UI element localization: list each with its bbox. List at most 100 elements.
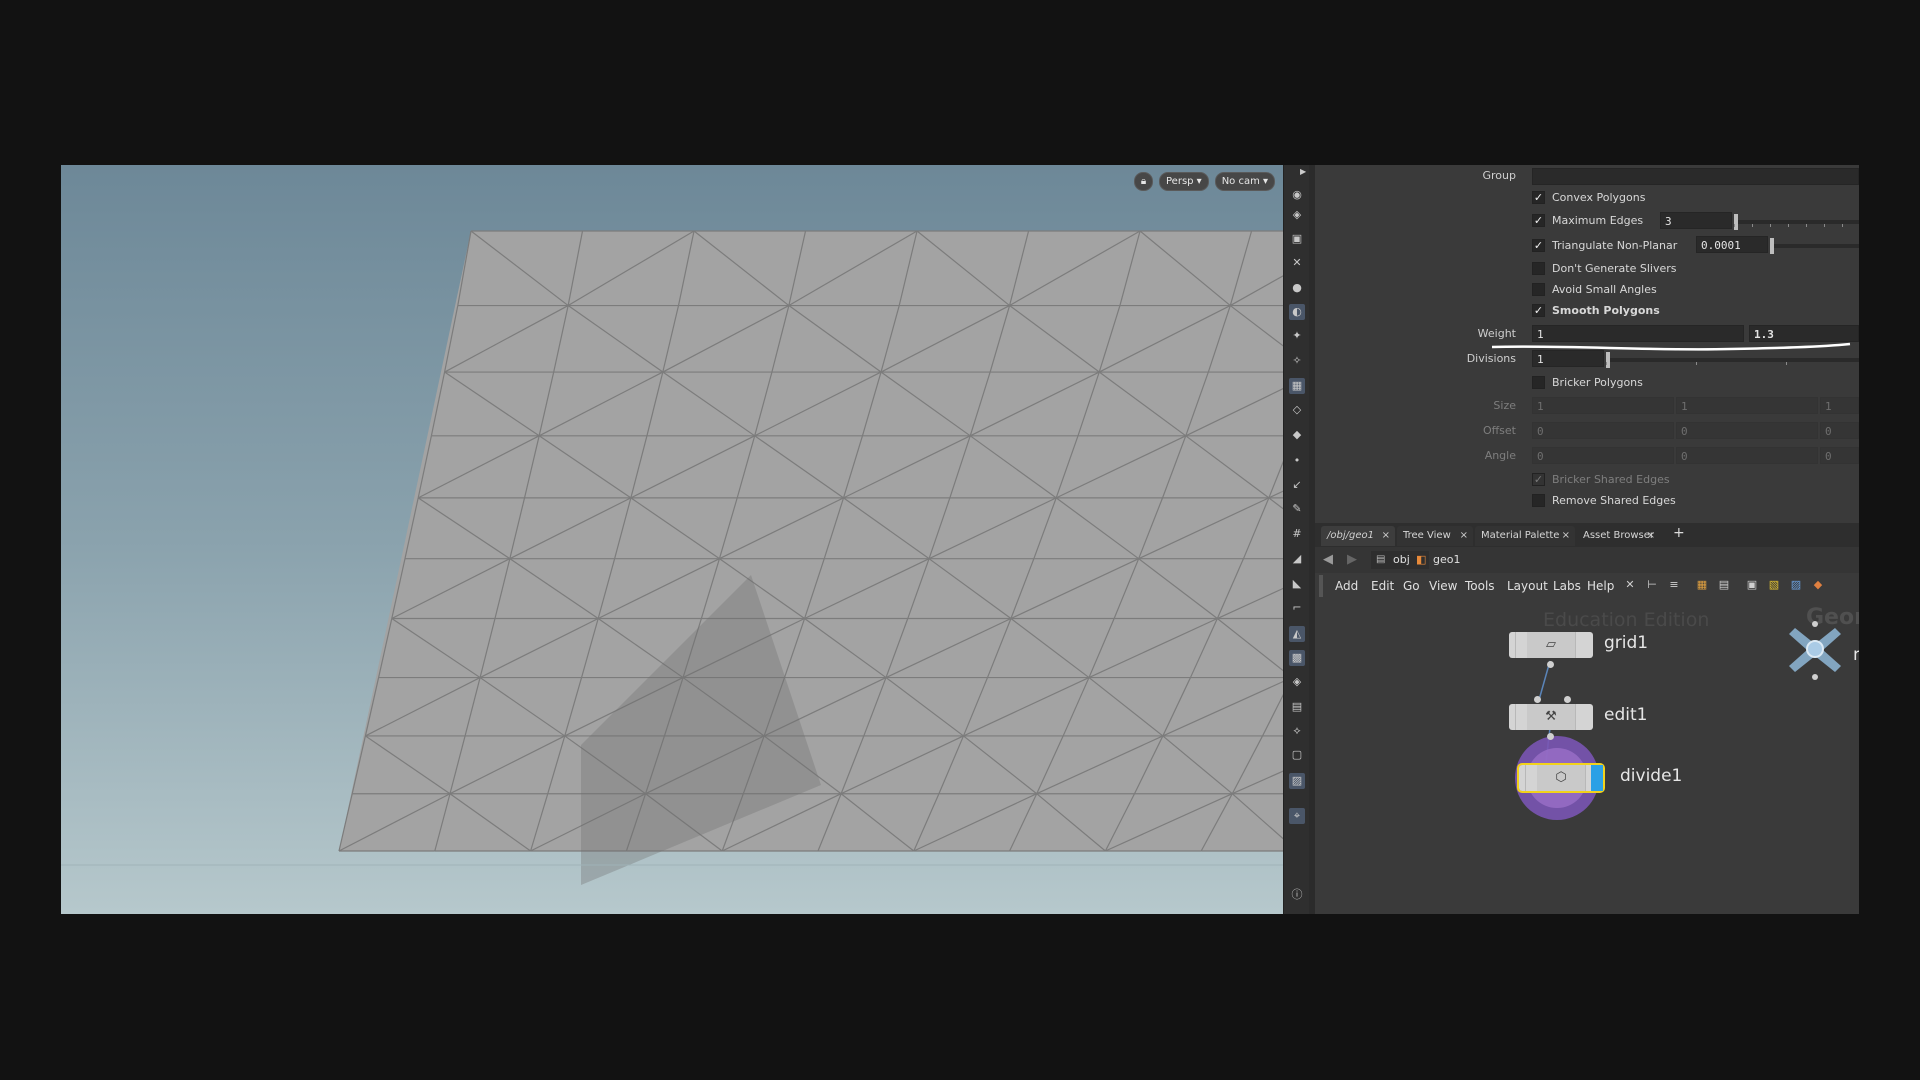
grid1-output-port[interactable] [1547, 661, 1554, 668]
point-icon[interactable]: • [1289, 453, 1305, 469]
eye-icon[interactable]: ◉ [1289, 187, 1305, 203]
tools-icon[interactable]: ✕ [1623, 578, 1637, 592]
toolbar-expand-icon[interactable]: ▶ [1300, 167, 1306, 176]
convex-checkbox[interactable]: ✓ [1532, 191, 1545, 204]
null-icon[interactable] [1783, 617, 1847, 681]
image-icon[interactable]: ▣ [1745, 578, 1759, 592]
grid-view-icon[interactable]: ▦ [1695, 578, 1709, 592]
list-icon[interactable]: ≡ [1667, 578, 1681, 592]
tree-icon[interactable]: ⊢ [1645, 578, 1659, 592]
size-field-z[interactable]: 1 [1820, 397, 1859, 414]
network-editor[interactable]: Education Edition Geom ▱ grid1 ⚒ edit1 ⬡… [1315, 599, 1859, 914]
remove-shared-checkbox[interactable] [1532, 494, 1545, 507]
light-icon[interactable]: ◐ [1289, 304, 1305, 320]
display-option-icon[interactable]: ◭ [1289, 626, 1305, 642]
slivers-checkbox[interactable] [1532, 262, 1545, 275]
weight-field-1[interactable]: 1 [1532, 325, 1744, 342]
sphere-icon[interactable]: ● [1289, 280, 1305, 296]
max-edges-field[interactable]: 3 [1660, 212, 1732, 229]
info-icon[interactable]: ⓘ [1289, 887, 1305, 903]
edit1-output-port[interactable] [1547, 733, 1554, 740]
lock-icon[interactable]: 🔒︎ [1134, 172, 1153, 191]
edit1-input-port-1[interactable] [1534, 696, 1541, 703]
menu-layout[interactable]: Layout [1507, 579, 1548, 593]
max-edges-slider[interactable] [1734, 214, 1859, 230]
small-angles-checkbox[interactable] [1532, 283, 1545, 296]
divisions-slider[interactable] [1606, 352, 1859, 368]
size-field-y[interactable]: 1 [1676, 397, 1818, 414]
tab-asset-browser[interactable]: Asset Browser × [1577, 526, 1660, 546]
node-divide1[interactable]: ⬡ [1517, 763, 1605, 793]
group-field[interactable] [1532, 168, 1859, 185]
point-number-icon[interactable]: # [1289, 526, 1305, 542]
menu-help[interactable]: Help [1587, 579, 1614, 593]
close-icon[interactable]: × [1382, 526, 1390, 546]
weight-field-2[interactable]: 1.3 [1749, 325, 1859, 342]
sticky-note-icon[interactable]: ▧ [1767, 578, 1781, 592]
tab-material-palette[interactable]: Material Palette × [1475, 526, 1575, 546]
headlight-icon[interactable]: ✦ [1289, 328, 1305, 344]
offset-field-y[interactable]: 0 [1676, 422, 1818, 439]
persp-menu-button[interactable]: Persp ▾ [1159, 172, 1209, 191]
uv-icon[interactable]: ▤ [1289, 699, 1305, 715]
wireframe-icon[interactable]: ◇ [1289, 402, 1305, 418]
shading-icon[interactable]: ▦ [1289, 378, 1305, 394]
texture-icon[interactable]: ▩ [1289, 650, 1305, 666]
back-arrow-icon[interactable]: ◀ [1323, 552, 1333, 567]
max-edges-checkbox[interactable]: ✓ [1532, 214, 1545, 227]
menu-labs[interactable]: Labs [1553, 579, 1581, 593]
normal-icon[interactable]: ↙ [1289, 477, 1305, 493]
angle-field-z[interactable]: 0 [1820, 447, 1859, 464]
snap-icon[interactable]: ✕ [1289, 255, 1305, 271]
guide-icon[interactable]: ⌐ [1289, 600, 1305, 616]
menu-tools[interactable]: Tools [1465, 579, 1495, 593]
menu-edit[interactable]: Edit [1371, 579, 1394, 593]
close-icon[interactable]: × [1460, 526, 1468, 546]
node-grid1[interactable]: ▱ [1509, 632, 1593, 658]
menu-view[interactable]: View [1429, 579, 1457, 593]
background-image-icon[interactable]: ▨ [1789, 578, 1803, 592]
vertex-icon[interactable]: ◢ [1289, 551, 1305, 567]
scene-viewport[interactable]: 🔒︎ Persp ▾ No cam ▾ [61, 165, 1283, 914]
color-palette-icon[interactable]: ◆ [1811, 578, 1825, 592]
bricker-shared-checkbox[interactable]: ✓ [1532, 473, 1545, 486]
close-icon[interactable]: × [1562, 526, 1570, 546]
lock-camera-icon[interactable]: ▣ [1289, 231, 1305, 247]
offset-field-x[interactable]: 0 [1532, 422, 1674, 439]
ghost-icon[interactable]: ◆ [1289, 427, 1305, 443]
node-edit1[interactable]: ⚒ [1509, 704, 1593, 730]
handle-icon[interactable]: ⟡ [1289, 723, 1305, 739]
prim-icon[interactable]: ◣ [1289, 576, 1305, 592]
angle-field-y[interactable]: 0 [1676, 447, 1818, 464]
brush-icon[interactable]: ✎ [1289, 501, 1305, 517]
tab-network-view[interactable]: /obj/geo1 × [1321, 526, 1395, 546]
edit1-input-port-2[interactable] [1564, 696, 1571, 703]
triangulate-field[interactable]: 0.0001 [1696, 236, 1768, 253]
triangulate-slider[interactable] [1770, 238, 1859, 254]
background-icon[interactable]: ▨ [1289, 773, 1305, 789]
table-icon[interactable]: ▤ [1717, 578, 1731, 592]
tab-tree-view[interactable]: Tree View × [1397, 526, 1473, 546]
forward-arrow-icon[interactable]: ▶ [1347, 552, 1357, 567]
smooth-checkbox[interactable]: ✓ [1532, 304, 1545, 317]
pin-icon[interactable]: ⌖ [1289, 808, 1305, 824]
triangulate-knob[interactable] [1770, 238, 1774, 254]
shaded-wire-icon[interactable]: ◈ [1289, 674, 1305, 690]
max-edges-knob[interactable] [1734, 214, 1738, 230]
angle-field-x[interactable]: 0 [1532, 447, 1674, 464]
add-tab-button[interactable]: + [1673, 525, 1685, 541]
select-visible-icon[interactable]: ◈ [1289, 207, 1305, 223]
breadcrumb-geo[interactable]: ◧ geo1 [1411, 551, 1493, 569]
menu-add[interactable]: Add [1335, 579, 1358, 593]
menu-go[interactable]: Go [1403, 579, 1420, 593]
ortho-icon[interactable]: ▢ [1289, 747, 1305, 763]
display-flag[interactable] [1591, 765, 1603, 791]
camera-menu-button[interactable]: No cam ▾ [1214, 172, 1276, 191]
offset-field-z[interactable]: 0 [1820, 422, 1859, 439]
divisions-knob[interactable] [1606, 352, 1610, 368]
bricker-checkbox[interactable] [1532, 376, 1545, 389]
triangulate-checkbox[interactable]: ✓ [1532, 239, 1545, 252]
size-field-x[interactable]: 1 [1532, 397, 1674, 414]
ambient-icon[interactable]: ✧ [1289, 353, 1305, 369]
close-icon[interactable]: × [1647, 526, 1655, 546]
